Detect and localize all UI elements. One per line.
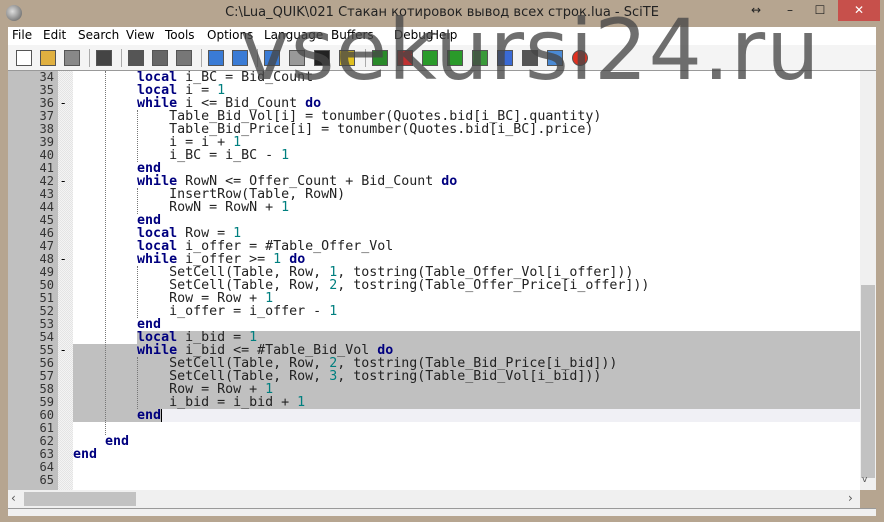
build-icon[interactable] [339,50,355,66]
copy-icon[interactable] [152,50,168,66]
status-bar [8,508,876,516]
find-icon[interactable] [208,50,224,66]
code-line[interactable]: end [73,435,860,448]
code-text: end [137,408,162,423]
indent-guide [137,266,138,318]
toolbar-separator [257,49,258,67]
code-line[interactable]: i_offer = i_offer - 1 [73,305,860,318]
code-text: end [73,447,98,462]
vertical-scrollbar[interactable]: v [860,71,876,490]
indent-guide [137,110,138,162]
step-into-icon[interactable] [447,50,463,66]
menu-tools[interactable]: Tools [165,28,195,42]
toolbar-separator [121,49,122,67]
fold-toggle[interactable]: - [61,253,65,266]
toolbar-separator [89,49,90,67]
code-line[interactable] [73,422,860,435]
locals-icon[interactable] [522,50,538,66]
new-file-icon[interactable] [16,50,32,66]
breakpoint-flag-icon[interactable] [397,50,413,66]
stop-icon[interactable] [289,50,305,66]
menu-bar: File Edit Search View Tools Options Language Bu… [8,27,876,45]
toolbar-separator [201,49,202,67]
fold-toggle[interactable]: - [61,97,65,110]
menu-buffers[interactable]: Buffers [331,28,374,42]
run-icon[interactable] [264,50,280,66]
code-line[interactable] [73,461,860,474]
menu-view[interactable]: View [126,28,154,42]
toolbar [8,45,876,71]
step-out-icon[interactable] [472,50,488,66]
menu-edit[interactable]: Edit [43,28,66,42]
indent-guide [137,357,138,409]
menu-search[interactable]: Search [78,28,119,42]
menu-debug[interactable]: Debug [394,28,433,42]
code-line[interactable]: i_bid = i_bid + 1 [73,396,860,409]
trace-icon[interactable] [547,50,563,66]
console-icon[interactable] [314,50,330,66]
debug-bug-icon[interactable] [372,50,388,66]
close-button[interactable]: ✕ [838,0,880,21]
toolbar-separator [365,49,366,67]
horizontal-scrollbar[interactable]: ‹ › [8,490,860,508]
minimize-button[interactable]: – [776,0,804,21]
horizontal-scroll-thumb[interactable] [24,492,136,506]
save-icon[interactable] [64,50,80,66]
paste-icon[interactable] [176,50,192,66]
title-bar: C:\Lua_QUIK\021 Стакан котировок вывод в… [0,0,884,27]
menu-options[interactable]: Options [207,28,253,42]
indent-guide [137,188,138,214]
watch-eye-icon[interactable] [497,50,513,66]
code-line[interactable] [73,474,860,487]
code-editor[interactable]: 34 local i_BC = Bid_Count 35 local i = 13… [8,71,860,490]
text-caret [161,409,162,422]
scroll-left-arrow[interactable]: ‹ [11,491,16,505]
scroll-down-arrow[interactable]: v [862,475,867,485]
code-line[interactable]: RowN = RowN + 1 [73,201,860,214]
print-icon[interactable] [96,50,112,66]
menu-help[interactable]: Help [430,28,457,42]
code-line[interactable]: end [73,448,860,461]
replace-icon[interactable] [232,50,248,66]
step-over-icon[interactable] [422,50,438,66]
fold-toggle[interactable]: - [61,344,65,357]
indent-guide [105,71,106,435]
maximize-button[interactable]: ☐ [806,0,834,21]
resize-icon: ↔ [750,3,762,17]
vertical-scroll-thumb[interactable] [861,285,875,478]
line-number: 65 [39,473,54,487]
stop-debug-icon[interactable] [572,50,588,66]
current-line-highlight [73,409,860,422]
fold-toggle[interactable]: - [61,175,65,188]
menu-language[interactable]: Language [264,28,323,42]
open-folder-icon[interactable] [40,50,56,66]
fold-margin[interactable] [58,71,73,490]
code-line[interactable]: end [73,409,860,422]
code-line[interactable]: i_BC = i_BC - 1 [73,149,860,162]
cut-icon[interactable] [128,50,144,66]
scroll-right-arrow[interactable]: › [848,491,853,505]
menu-file[interactable]: File [12,28,32,42]
